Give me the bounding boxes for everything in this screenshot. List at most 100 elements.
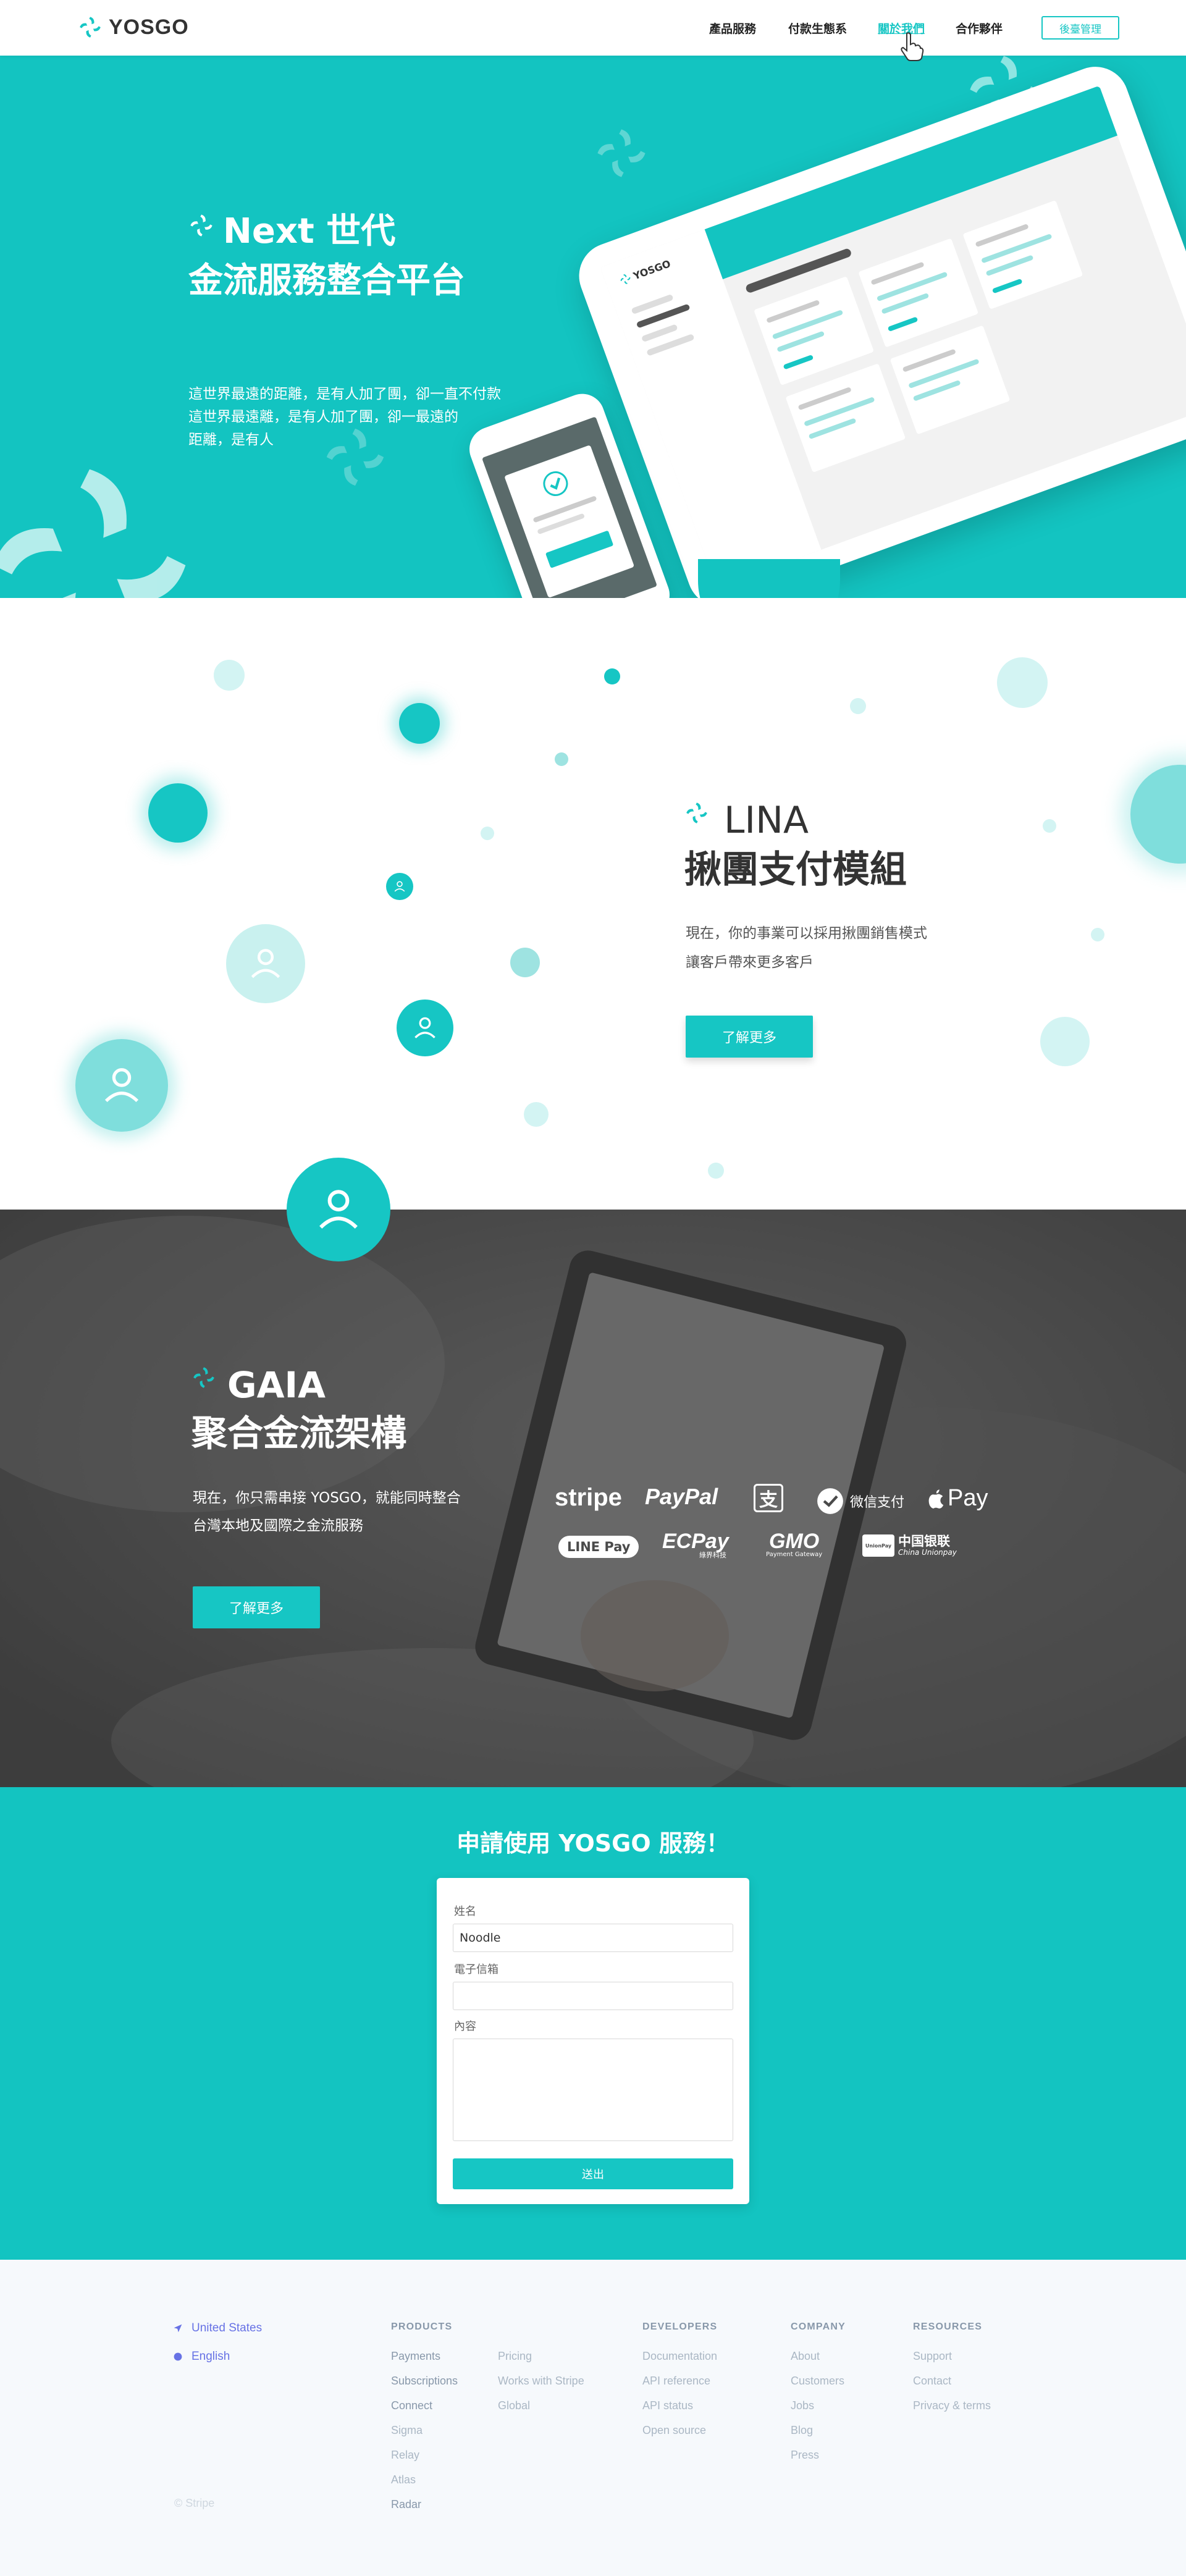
- unionpay-badge: UnionPay: [862, 1534, 894, 1557]
- hand-cursor-icon: [901, 32, 924, 61]
- footer-link[interactable]: About: [791, 2350, 820, 2363]
- nav-products[interactable]: 產品服務: [709, 20, 756, 36]
- footer-link[interactable]: Jobs: [791, 2399, 814, 2412]
- footer-link[interactable]: Privacy & terms: [913, 2399, 991, 2412]
- lina-learn-more-button[interactable]: 了解更多: [686, 1016, 813, 1058]
- gaia-learn-more-button[interactable]: 了解更多: [193, 1586, 320, 1628]
- footer-link[interactable]: Blog: [791, 2424, 813, 2437]
- footer-link[interactable]: Subscriptions: [391, 2375, 458, 2388]
- footer-link[interactable]: Atlas: [391, 2473, 416, 2486]
- footer-link[interactable]: Support: [913, 2350, 952, 2363]
- nav-partners[interactable]: 合作夥伴: [956, 20, 1003, 36]
- decor-bubble: [1040, 1017, 1090, 1066]
- decor-bubble: [708, 1163, 724, 1179]
- user-avatar-icon: [287, 1158, 390, 1261]
- content-textarea[interactable]: [453, 2039, 733, 2141]
- footer-link[interactable]: Works with Stripe: [498, 2375, 584, 2388]
- dashboard-card: [858, 238, 979, 348]
- apply-form: 姓名 Noodle 電子信箱 內容 送出: [437, 1878, 749, 2204]
- unionpay-text: 中国银联: [898, 1534, 950, 1549]
- backend-admin-button[interactable]: 後臺管理: [1041, 16, 1119, 40]
- hero-desc-line: 這世界最遠的距離，是有人加了團，卻一直不付款: [188, 386, 501, 402]
- pinwheel-icon: [618, 272, 633, 286]
- pinwheel-icon: [686, 802, 707, 823]
- ecpay-logo: ECPay 綠界科技: [662, 1531, 729, 1559]
- lina-desc-line: 現在，你的事業可以採用揪團銷售模式: [686, 925, 927, 941]
- name-field[interactable]: Noodle: [453, 1924, 733, 1952]
- tablet-mockup: YOSGO: [570, 57, 1186, 598]
- gaia-desc-line: 台灣本地及國際之金流服務: [193, 1518, 363, 1534]
- user-avatar-icon: [397, 1000, 453, 1056]
- developers-heading: DEVELOPERS: [642, 2321, 718, 2332]
- brand-name: YOSGO: [109, 15, 189, 39]
- gaia-desc-line: 現在，你只需串接 YOSGO，就能同時整合: [193, 1490, 461, 1506]
- footer-link[interactable]: Connect: [391, 2399, 432, 2412]
- decor-bubble: [481, 827, 494, 840]
- unionpay-logo: UnionPay 中国银联 China Unionpay: [862, 1534, 957, 1557]
- paypal-logo: PayPal: [645, 1484, 718, 1509]
- country-selector[interactable]: United States: [173, 2321, 262, 2335]
- gaia-section: GAIA 聚合金流架構 現在，你只需串接 YOSGO，就能同時整合 台灣本地及國…: [0, 1210, 1186, 1787]
- apply-section: 申請使用 YOSGO 服務！ 姓名 Noodle 電子信箱 內容 送出: [0, 1787, 1186, 2260]
- tablet-brand: YOSGO: [631, 257, 673, 282]
- gaia-title: GAIA 聚合金流架構: [191, 1361, 406, 1457]
- decor-bubble: [524, 1102, 549, 1127]
- gmo-logo: GMO Payment Gateway: [766, 1531, 822, 1558]
- nav-payment-ecosystem[interactable]: 付款生態系: [788, 20, 847, 36]
- top-navbar: YOSGO 產品服務 付款生態系 關於我們 合作夥伴 後臺管理: [0, 0, 1186, 61]
- apple-pay-text: Pay: [948, 1485, 988, 1511]
- location-arrow-icon: [174, 2324, 182, 2333]
- footer-link[interactable]: Documentation: [642, 2350, 717, 2363]
- footer-link[interactable]: Global: [498, 2399, 530, 2412]
- phone-screen: [481, 416, 658, 598]
- line-pay-logo: LINE Pay: [558, 1536, 639, 1558]
- footer-link[interactable]: Press: [791, 2449, 819, 2462]
- language-selector[interactable]: English: [173, 2350, 230, 2363]
- user-avatar-icon: [386, 873, 413, 900]
- footer-link[interactable]: API status: [642, 2399, 693, 2412]
- lina-title-line2: 揪團支付模組: [684, 848, 907, 891]
- gmo-text: GMO: [768, 1530, 820, 1553]
- wechat-pay-text: 微信支付: [850, 1495, 905, 1510]
- dashboard-card: [785, 363, 906, 473]
- email-field[interactable]: [453, 1982, 733, 2010]
- ecpay-text: ECPay: [662, 1530, 729, 1553]
- footer-link[interactable]: Payments: [391, 2350, 440, 2363]
- hero-title-line2: 金流服務整合平台: [188, 261, 465, 301]
- lina-desc-line: 讓客戶帶來更多客戶: [686, 954, 814, 970]
- decor-bubble: [148, 783, 208, 843]
- apple-pay-logo: Pay: [928, 1485, 988, 1512]
- footer-link[interactable]: Sigma: [391, 2424, 423, 2437]
- footer-link[interactable]: API reference: [642, 2375, 710, 2388]
- alipay-mark: 支: [759, 1489, 778, 1511]
- company-heading: COMPANY: [791, 2321, 846, 2332]
- country-label: United States: [191, 2321, 263, 2334]
- footer-link[interactable]: Open source: [642, 2424, 706, 2437]
- apple-icon: [928, 1489, 944, 1509]
- hero-title-line1: Next 世代: [223, 211, 396, 251]
- unionpay-subtext: China Unionpay: [898, 1548, 957, 1557]
- globe-icon: [174, 2352, 182, 2361]
- phone-success-card: [504, 445, 635, 598]
- lina-title: LINA 揪團支付模組: [684, 796, 907, 894]
- footer-link[interactable]: Contact: [913, 2375, 951, 2388]
- footer-link[interactable]: Customers: [791, 2375, 844, 2388]
- footer-link[interactable]: Radar: [391, 2498, 421, 2511]
- wechat-icon: [817, 1488, 843, 1514]
- hero-desc-line: 這世界最遠離，是有人加了團，卻一最遠的: [188, 409, 458, 425]
- wechat-pay-logo: 微信支付: [817, 1488, 904, 1515]
- footer-link[interactable]: Pricing: [498, 2350, 532, 2363]
- decor-bubble: [214, 660, 245, 691]
- submit-button[interactable]: 送出: [453, 2158, 733, 2189]
- brand-logo[interactable]: YOSGO: [78, 15, 189, 40]
- decor-bubble: [850, 698, 866, 714]
- footer-link[interactable]: Relay: [391, 2449, 419, 2462]
- alipay-logo: 支: [754, 1484, 783, 1512]
- pinwheel-decoration-icon: [0, 469, 186, 598]
- tablet-screen: YOSGO: [600, 85, 1186, 588]
- decor-bubble: [997, 657, 1048, 708]
- products-heading: PRODUCTS: [391, 2321, 453, 2332]
- apply-title: 申請使用 YOSGO 服務！: [456, 1830, 730, 1857]
- email-label: 電子信箱: [454, 1963, 498, 1976]
- lina-description: 現在，你的事業可以採用揪團銷售模式 讓客戶帶來更多客戶: [686, 919, 927, 977]
